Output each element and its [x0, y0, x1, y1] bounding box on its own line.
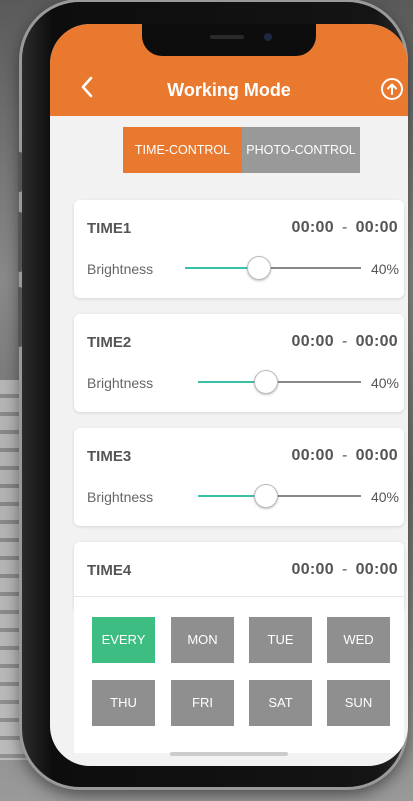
upload-circle-icon — [387, 83, 397, 95]
start-time[interactable]: 00:00 — [292, 561, 334, 578]
mute-switch — [18, 152, 22, 192]
day-button-sat[interactable]: SAT — [249, 680, 312, 726]
day-button-tue[interactable]: TUE — [249, 617, 312, 663]
time-slot-card: TIME3 00:00-00:00 Brightness 40% — [74, 428, 404, 526]
phone-screen: Working Mode TIME-CONTROL PHOTO-CONTROL … — [50, 24, 408, 766]
brightness-slider[interactable] — [185, 256, 361, 280]
brightness-label: Brightness — [87, 375, 154, 391]
time-slot-card: TIME1 00:00-00:00 Brightness 40% — [74, 200, 404, 298]
slider-knob[interactable] — [254, 484, 278, 508]
time-separator: - — [341, 333, 348, 350]
phone-notch — [142, 24, 316, 56]
start-time[interactable]: 00:00 — [292, 219, 334, 236]
day-selector: EVERY MON TUE WED THU FRI SAT SUN — [74, 596, 404, 753]
slider-knob[interactable] — [254, 370, 278, 394]
phone-frame: Working Mode TIME-CONTROL PHOTO-CONTROL … — [18, 2, 408, 787]
day-button-sun[interactable]: SUN — [327, 680, 390, 726]
page-title: Working Mode — [167, 80, 291, 100]
time-range[interactable]: 00:00-00:00 — [292, 219, 398, 237]
brightness-value: 40% — [370, 489, 399, 505]
slider-knob[interactable] — [247, 256, 271, 280]
day-button-wed[interactable]: WED — [327, 617, 390, 663]
tab-photo-control[interactable]: PHOTO-CONTROL — [242, 127, 360, 173]
day-button-every[interactable]: EVERY — [92, 617, 155, 663]
time-slot-name: TIME2 — [87, 334, 132, 351]
time-range[interactable]: 00:00-00:00 — [292, 333, 398, 351]
home-indicator — [170, 752, 288, 756]
end-time[interactable]: 00:00 — [356, 561, 398, 578]
time-separator: - — [341, 561, 348, 578]
time-range[interactable]: 00:00-00:00 — [292, 447, 398, 465]
brightness-slider[interactable] — [198, 484, 361, 508]
time-slot-card: TIME2 00:00-00:00 Brightness 40% — [74, 314, 404, 412]
day-button-thu[interactable]: THU — [92, 680, 155, 726]
brightness-label: Brightness — [87, 489, 154, 505]
time-slot-name: TIME3 — [87, 448, 132, 465]
speaker — [210, 35, 244, 39]
start-time[interactable]: 00:00 — [292, 447, 334, 464]
brightness-label: Brightness — [87, 261, 154, 277]
time-separator: - — [341, 447, 348, 464]
time-slot-name: TIME1 — [87, 220, 132, 237]
end-time[interactable]: 00:00 — [356, 333, 398, 350]
day-button-mon[interactable]: MON — [171, 617, 234, 663]
volume-down-button — [18, 287, 22, 347]
front-camera — [264, 33, 272, 41]
brightness-value: 40% — [370, 261, 399, 277]
time-separator: - — [341, 219, 348, 236]
end-time[interactable]: 00:00 — [356, 219, 398, 236]
time-slot-name: TIME4 — [87, 562, 132, 579]
mode-tabs: TIME-CONTROL PHOTO-CONTROL — [123, 127, 360, 173]
brightness-slider[interactable] — [198, 370, 361, 394]
volume-up-button — [18, 212, 22, 272]
brightness-value: 40% — [370, 375, 399, 391]
upload-button[interactable] — [381, 78, 403, 100]
end-time[interactable]: 00:00 — [356, 447, 398, 464]
time-range[interactable]: 00:00-00:00 — [292, 561, 398, 579]
tab-time-control[interactable]: TIME-CONTROL — [123, 127, 242, 173]
day-button-fri[interactable]: FRI — [171, 680, 234, 726]
start-time[interactable]: 00:00 — [292, 333, 334, 350]
